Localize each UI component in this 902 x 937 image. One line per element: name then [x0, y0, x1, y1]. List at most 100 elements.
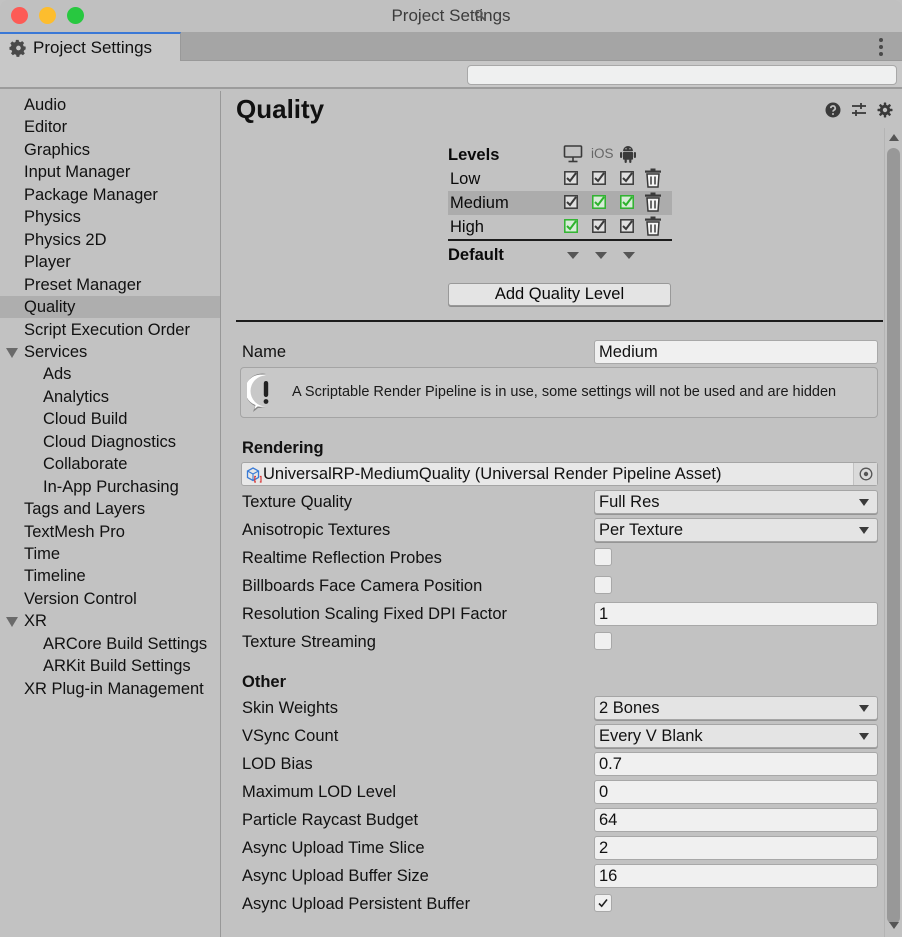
delete-level-trash-icon[interactable]: [644, 192, 662, 212]
android-icon: [620, 146, 636, 163]
realtime-reflection-probes-label: Realtime Reflection Probes: [242, 549, 442, 567]
quality-level-name[interactable]: Medium: [450, 194, 509, 213]
sidebar-item-label: ARCore Build Settings: [43, 634, 208, 653]
skin-weights-label: Skin Weights: [242, 699, 338, 717]
sidebar-item-physics[interactable]: Physics: [0, 206, 220, 228]
sidebar-item-physics-2d[interactable]: Physics 2D: [0, 229, 220, 251]
add-quality-level-button[interactable]: Add Quality Level: [448, 283, 671, 306]
chevron-down-icon: [859, 499, 869, 506]
skin-weights-dropdown[interactable]: 2 Bones: [594, 696, 878, 720]
default-android-dropdown[interactable]: [623, 252, 635, 259]
sidebar-item-input-manager[interactable]: Input Manager: [0, 161, 220, 183]
sidebar-item-script-execution-order[interactable]: Script Execution Order: [0, 319, 220, 341]
particle-raycast-budget-label: Particle Raycast Budget: [242, 811, 419, 829]
sidebar-item-label: XR Plug-in Management: [24, 679, 204, 698]
sidebar-item-arcore-build-settings[interactable]: ARCore Build Settings: [0, 633, 220, 655]
sidebar-item-label: Script Execution Order: [24, 320, 190, 339]
sidebar-item-timeline[interactable]: Timeline: [0, 565, 220, 587]
sidebar-item-collaborate[interactable]: Collaborate: [0, 453, 220, 475]
expand-triangle-icon[interactable]: [6, 347, 18, 358]
delete-level-trash-icon[interactable]: [644, 168, 662, 188]
monitor-icon: [563, 145, 583, 163]
async-upload-buffer-size-field[interactable]: 16: [594, 864, 878, 888]
scroll-down-arrow-icon[interactable]: [889, 922, 899, 929]
quality-level-row[interactable]: Low: [448, 167, 672, 191]
gear-icon[interactable]: [877, 102, 893, 118]
async-upload-time-slice-field[interactable]: 2: [594, 836, 878, 860]
help-icon[interactable]: [825, 102, 841, 118]
sidebar-item-label: Cloud Diagnostics: [43, 432, 176, 451]
scroll-up-arrow-icon[interactable]: [889, 134, 899, 141]
sidebar-item-audio[interactable]: Audio: [0, 94, 220, 116]
sidebar-item-label: Audio: [24, 96, 67, 114]
delete-level-trash-icon[interactable]: [644, 216, 662, 236]
platform-android-checkbox[interactable]: [620, 219, 634, 233]
realtime-reflection-probes-checkbox[interactable]: [594, 548, 612, 566]
default-standalone-dropdown[interactable]: [567, 252, 579, 259]
sidebar-item-tags-and-layers[interactable]: Tags and Layers: [0, 498, 220, 520]
billboards-face-camera-checkbox[interactable]: [594, 576, 612, 594]
vsync-count-label: VSync Count: [242, 727, 339, 745]
expand-triangle-icon[interactable]: [6, 617, 18, 628]
quality-level-row[interactable]: High: [448, 215, 672, 239]
default-ios-dropdown[interactable]: [595, 252, 607, 259]
help-message: A Scriptable Render Pipeline is in use, …: [292, 384, 837, 400]
sidebar-item-in-app-purchasing[interactable]: In-App Purchasing: [0, 476, 220, 498]
sidebar-item-ads[interactable]: Ads: [0, 363, 220, 385]
other-heading: Other: [242, 673, 287, 691]
platform-standalone-checkbox[interactable]: [564, 219, 578, 233]
sidebar-item-textmesh-pro[interactable]: TextMesh Pro: [0, 521, 220, 543]
sidebar-item-xr-plug-in-management[interactable]: XR Plug-in Management: [0, 678, 220, 700]
preset-sliders-icon[interactable]: [851, 102, 867, 118]
sidebar-item-arkit-build-settings[interactable]: ARKit Build Settings: [0, 655, 220, 677]
skin-weights-value: 2 Bones: [599, 699, 660, 717]
sidebar-item-cloud-diagnostics[interactable]: Cloud Diagnostics: [0, 431, 220, 453]
anisotropic-textures-dropdown[interactable]: Per Texture: [594, 518, 878, 542]
sidebar-item-analytics[interactable]: Analytics: [0, 386, 220, 408]
search-input[interactable]: [467, 65, 897, 85]
object-picker-button[interactable]: [853, 463, 877, 485]
lod-bias-field[interactable]: 0.7: [594, 752, 878, 776]
quality-level-name[interactable]: High: [450, 218, 484, 237]
sidebar-item-package-manager[interactable]: Package Manager: [0, 184, 220, 206]
vertical-scrollbar[interactable]: [884, 128, 902, 937]
scrollbar-thumb[interactable]: [887, 148, 900, 924]
platform-android-checkbox[interactable]: [620, 195, 634, 209]
sidebar-item-services[interactable]: Services: [0, 341, 220, 363]
sidebar-item-label: Graphics: [24, 140, 91, 159]
sidebar-item-player[interactable]: Player: [0, 251, 220, 273]
sidebar-item-editor[interactable]: Editor: [0, 116, 220, 138]
more-options-menu-icon[interactable]: [878, 38, 884, 56]
sidebar-item-graphics[interactable]: Graphics: [0, 139, 220, 161]
sidebar-item-time[interactable]: Time: [0, 543, 220, 565]
window-titlebar: Project Settings: [0, 0, 902, 32]
object-picker-icon: [859, 467, 873, 481]
quality-level-row[interactable]: Medium: [448, 191, 672, 215]
sidebar-item-quality[interactable]: Quality: [0, 296, 220, 319]
sidebar-item-label: Timeline: [24, 567, 86, 586]
platform-ios-checkbox[interactable]: [592, 219, 606, 233]
maximum-lod-level-field[interactable]: 0: [594, 780, 878, 804]
async-upload-persistent-buffer-checkbox[interactable]: [594, 894, 612, 912]
window-title: Project Settings: [391, 6, 511, 25]
sidebar-item-xr[interactable]: XR: [0, 610, 220, 632]
platform-android-checkbox[interactable]: [620, 171, 634, 185]
sidebar-item-preset-manager[interactable]: Preset Manager: [0, 274, 220, 296]
render-pipeline-asset-field[interactable]: UniversalRP-MediumQuality (Universal Ren…: [241, 462, 878, 486]
ios-icon: iOS: [591, 146, 614, 161]
texture-streaming-checkbox[interactable]: [594, 632, 612, 650]
sidebar-item-cloud-build[interactable]: Cloud Build: [0, 408, 220, 430]
dpi-factor-field[interactable]: 1: [594, 602, 878, 626]
tab-project-settings[interactable]: Project Settings: [0, 32, 181, 61]
sidebar-item-label: Version Control: [24, 589, 137, 608]
platform-standalone-checkbox[interactable]: [564, 171, 578, 185]
quality-level-name[interactable]: Low: [450, 170, 480, 189]
texture-quality-dropdown[interactable]: Full Res: [594, 490, 878, 514]
platform-ios-checkbox[interactable]: [592, 171, 606, 185]
platform-standalone-checkbox[interactable]: [564, 195, 578, 209]
name-field[interactable]: Medium: [594, 340, 878, 364]
particle-raycast-budget-field[interactable]: 64: [594, 808, 878, 832]
platform-ios-checkbox[interactable]: [592, 195, 606, 209]
vsync-count-dropdown[interactable]: Every V Blank: [594, 724, 878, 748]
sidebar-item-version-control[interactable]: Version Control: [0, 588, 220, 610]
